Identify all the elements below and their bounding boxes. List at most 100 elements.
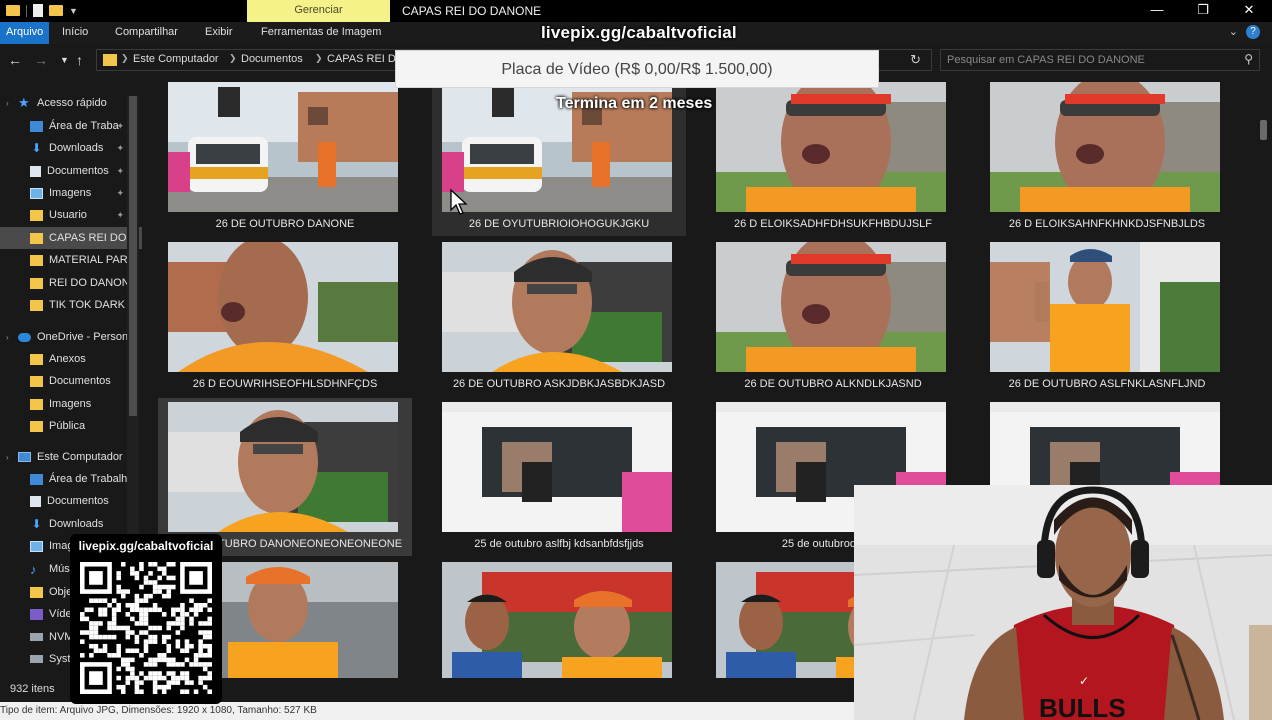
search-icon[interactable]: ⚲	[1244, 52, 1253, 66]
sidebar-item[interactable]: Imagens	[0, 393, 142, 415]
tab-view[interactable]: Exibir	[205, 22, 233, 44]
file-thumbnail[interactable]	[716, 242, 946, 372]
folder-icon	[30, 586, 43, 598]
file-tile[interactable]: 26 DE OUTUBRO ASKJDBKJASBDKJASD	[432, 238, 686, 396]
item-count: 932 itens	[10, 683, 55, 695]
tab-image-tools[interactable]: Ferramentas de Imagem	[261, 22, 381, 44]
search-field[interactable]: ⚲	[940, 49, 1260, 71]
up-arrow-icon[interactable]: ↑	[76, 52, 83, 68]
file-thumbnail[interactable]	[168, 402, 398, 532]
folder-icon	[103, 54, 117, 66]
sidebar-item-label: Víde	[49, 608, 72, 620]
file-name[interactable]: 26 D EOUWRIHSEOFHLSDHNFÇDS	[158, 378, 412, 390]
file-thumbnail[interactable]	[168, 242, 398, 372]
cloud-icon	[18, 332, 31, 342]
sidebar-item[interactable]: Documentos	[0, 370, 142, 392]
computer-icon	[18, 452, 31, 462]
refresh-icon[interactable]: ↻	[910, 52, 921, 68]
sidebar-item[interactable]: Pública	[0, 415, 142, 437]
file-tile[interactable]: 26 D ELOIKSAHNFKHNKDJSFNBJLDS	[980, 78, 1234, 236]
forward-arrow-icon[interactable]: →	[34, 52, 48, 68]
file-tile[interactable]: 25 de outubro aslfbj kdsanbfdsfjjds	[432, 398, 686, 556]
file-name[interactable]: 26 DE OUTUBRO DANONE	[158, 218, 412, 230]
expand-arrow-icon[interactable]: ›	[6, 99, 16, 108]
sidebar-item[interactable]: MATERIAL PARA	[0, 249, 142, 271]
new-folder-icon[interactable]	[49, 5, 63, 16]
file-name[interactable]: 25 de outubro aslfbj kdsanbfdsfjjds	[432, 538, 686, 550]
chevron-right-icon: ❯	[315, 53, 323, 63]
sidebar-item[interactable]: TIK TOK DARK D	[0, 294, 142, 316]
breadcrumb-this-pc[interactable]: Este Computador	[133, 53, 219, 65]
folder-icon	[30, 277, 43, 289]
back-arrow-icon[interactable]: ←	[8, 52, 22, 68]
tab-manage[interactable]: Gerenciar	[247, 0, 390, 22]
sidebar-item[interactable]: Documentos ✦	[0, 160, 142, 182]
video-icon	[30, 608, 43, 620]
recent-locations-icon[interactable]: ▼	[60, 55, 69, 65]
download-icon: ⬇	[31, 516, 42, 531]
file-tile[interactable]: 26 DE OUTUBRO DANONE	[158, 78, 412, 236]
breadcrumb-current-folder[interactable]: CAPAS REI DO	[327, 53, 404, 65]
sidebar-item[interactable]: ⬇ Downloads	[0, 513, 142, 535]
sidebar-item-label: Documentos	[47, 165, 109, 177]
star-icon: ★	[18, 95, 30, 110]
sidebar-item[interactable]: Imagens ✦	[0, 182, 142, 204]
file-thumbnail[interactable]	[442, 242, 672, 372]
sidebar-item[interactable]: Área de Traba ✦	[0, 115, 142, 137]
sidebar-item-label: CAPAS REI DO D	[49, 232, 138, 244]
file-name[interactable]: 26 DE OUTUBRO ASKJDBKJASBDKJASD	[432, 378, 686, 390]
customize-toolbar-icon[interactable]: ▼	[69, 6, 78, 16]
file-thumbnail[interactable]	[168, 82, 398, 212]
file-tile[interactable]: 26 D EOUWRIHSEOFHLSDHNFÇDS	[158, 238, 412, 396]
file-name[interactable]: 26 DE OUTUBRO ASLFNKLASNFLJND	[980, 378, 1234, 390]
file-tile[interactable]: 26 D ELOIKSADHFDHSUKFHBDUJSLF	[706, 78, 960, 236]
file-name[interactable]: 26 DE OUTUBRO ALKNDLKJASND	[706, 378, 960, 390]
file-tile[interactable]: 26 DE OUTUBRO ASLFNKLASNFLJND	[980, 238, 1234, 396]
folder-icon	[30, 299, 43, 311]
title-bar: ▼ Gerenciar CAPAS REI DO DANONE — ❐ ✕	[0, 0, 1272, 22]
file-thumbnail[interactable]	[716, 82, 946, 212]
scrollbar-thumb[interactable]	[129, 96, 137, 416]
expand-ribbon-icon[interactable]: ⌄	[1229, 25, 1238, 39]
download-icon: ⬇	[31, 140, 42, 155]
sidebar-item-label: Músi	[49, 563, 73, 575]
breadcrumb-documents[interactable]: Documentos	[241, 53, 303, 65]
tab-share[interactable]: Compartilhar	[115, 22, 178, 44]
file-tile[interactable]	[432, 558, 686, 678]
sidebar-item[interactable]: › Este Computador	[0, 446, 142, 468]
sidebar-item[interactable]: › ★ Acesso rápido	[0, 92, 142, 114]
sidebar-item[interactable]: Usuario ✦	[0, 204, 142, 226]
file-thumbnail[interactable]	[442, 402, 672, 532]
maximize-button[interactable]: ❐	[1180, 0, 1226, 22]
chevron-right-icon: ❯	[121, 53, 129, 63]
scrollbar-thumb[interactable]	[1260, 120, 1267, 140]
help-icon[interactable]: ?	[1246, 25, 1260, 39]
close-button[interactable]: ✕	[1226, 0, 1272, 22]
sidebar-item[interactable]: Anexos	[0, 348, 142, 370]
mouse-cursor-icon	[450, 188, 468, 215]
pin-icon: ✦	[116, 187, 124, 198]
file-name[interactable]: 26 D ELOIKSAHNFKHNKDJSFNBJLDS	[980, 218, 1234, 230]
sidebar-item[interactable]: Documentos	[0, 490, 142, 512]
expand-arrow-icon[interactable]: ›	[6, 333, 16, 342]
folder-icon	[30, 254, 43, 266]
properties-icon[interactable]	[33, 4, 43, 17]
file-thumbnail[interactable]	[990, 242, 1220, 372]
sidebar-item-label: Este Computador	[37, 451, 123, 463]
tab-file[interactable]: Arquivo	[0, 22, 50, 44]
sidebar-item[interactable]: › OneDrive - Person	[0, 326, 142, 348]
file-thumbnail[interactable]	[442, 562, 672, 678]
file-name[interactable]: 26 D ELOIKSADHFDHSUKFHBDUJSLF	[706, 218, 960, 230]
minimize-button[interactable]: —	[1134, 0, 1180, 22]
search-input[interactable]	[947, 52, 1232, 68]
file-tile[interactable]: 26 DE OUTUBRO ALKNDLKJASND	[706, 238, 960, 396]
file-thumbnail[interactable]	[990, 82, 1220, 212]
sidebar-item[interactable]: ⬇ Downloads ✦	[0, 137, 142, 159]
sidebar-item[interactable]: CAPAS REI DO D	[0, 227, 142, 249]
sidebar-item[interactable]: REI DO DANONE	[0, 272, 142, 294]
expand-arrow-icon[interactable]: ›	[6, 453, 16, 462]
sidebar-item[interactable]: Área de Trabalho	[0, 468, 142, 490]
tab-home[interactable]: Início	[62, 22, 88, 44]
file-name[interactable]: 26 DE OYUTUBRIOIOHOGUKJGKU	[432, 218, 686, 230]
file-tile[interactable]: 26 DE OUTUBRO DANONEONEONEONEONE	[158, 398, 412, 556]
